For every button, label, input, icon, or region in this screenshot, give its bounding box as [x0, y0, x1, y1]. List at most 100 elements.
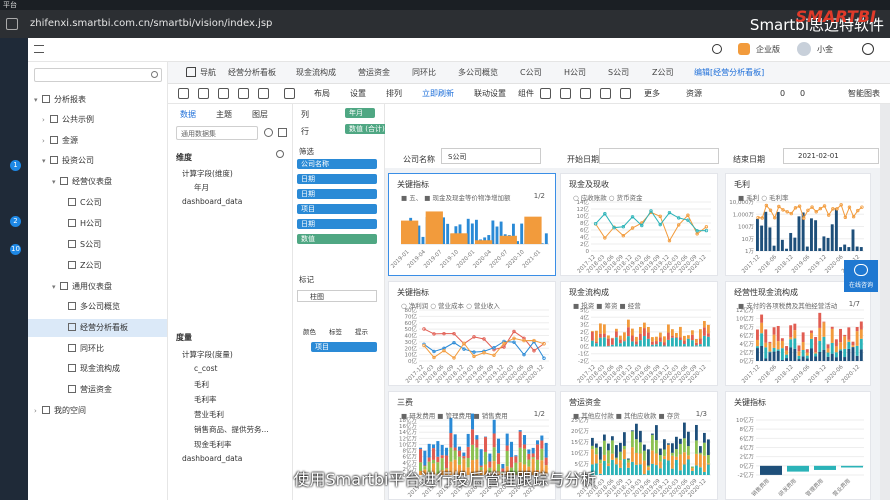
more-button[interactable]: 更多	[644, 87, 660, 101]
refresh-icon[interactable]	[264, 128, 273, 137]
company-select[interactable]: S公司	[441, 148, 541, 164]
star-icon[interactable]	[258, 88, 269, 99]
smart-chart-button[interactable]: 智能图表	[848, 87, 880, 101]
filter-pill[interactable]: 数值	[297, 234, 377, 244]
card-cash[interactable]: 现金及现收 ○ 应收账款 ○ 货币资金 14亿12亿10亿8亿6亿4亿2亿020…	[560, 173, 718, 276]
linkage-button[interactable]: 联动设置	[474, 87, 506, 101]
avatar[interactable]	[797, 42, 811, 56]
dims-folder[interactable]: 计算字段(维度)	[182, 168, 233, 179]
measures-folder[interactable]: 计算字段(度量)	[182, 349, 233, 360]
legend-pager[interactable]: 1/2	[534, 410, 545, 418]
start-date-input[interactable]	[599, 148, 719, 164]
theme-icon[interactable]	[284, 88, 295, 99]
column-pill[interactable]: 年月	[345, 108, 375, 118]
comment-count[interactable]: 0	[780, 87, 785, 101]
resource-button[interactable]: 资源	[686, 87, 702, 101]
legend-pager[interactable]: 1/2	[534, 192, 545, 200]
filter-pill[interactable]: 项目	[297, 204, 377, 214]
like-count[interactable]: 0	[800, 87, 805, 101]
measure-field[interactable]: c_cost	[194, 364, 217, 373]
tree-item-public[interactable]: ›公共示例	[42, 111, 94, 129]
filter-pill[interactable]: 公司名称	[297, 159, 377, 169]
tree-item-analysis[interactable]: 经营分析看板	[28, 319, 167, 337]
image-icon[interactable]	[620, 88, 631, 99]
tree-item-general[interactable]: ▾通用仪表盘	[52, 278, 112, 296]
tab-analysis[interactable]: 经营分析看板	[224, 62, 280, 84]
measure-field[interactable]: 现金毛利率	[194, 439, 232, 450]
color-button[interactable]: 颜色	[303, 326, 316, 336]
tab-capital[interactable]: 营运资金	[354, 62, 394, 84]
filter-pill[interactable]: 日期	[297, 189, 377, 199]
tab-nav[interactable]: 导航	[196, 62, 220, 84]
card-cashflow[interactable]: 现金流构成 ■ 投资 ■ 筹资 ■ 经营 5亿4亿3亿2亿1亿0亿-1亿-2亿2…	[560, 281, 718, 386]
tab-edit[interactable]: 编辑[经营分析看板]	[690, 62, 768, 84]
card-key-metrics[interactable]: 关键指标 ■ 五、 ■ 现金及现金等价物净增加额 1/2 2019-012019…	[388, 173, 556, 276]
preview-icon[interactable]	[238, 88, 249, 99]
tree-item-h[interactable]: H公司	[68, 215, 102, 233]
label-button[interactable]: 标签	[329, 326, 342, 336]
text-icon[interactable]	[600, 88, 611, 99]
address-bar[interactable]: zhifenxi.smartbi.com.cn/smartbi/vision/i…	[0, 10, 890, 38]
legend-pager[interactable]: 1/3	[696, 410, 707, 418]
table-icon[interactable]	[560, 88, 571, 99]
copy-icon[interactable]	[218, 88, 229, 99]
search-icon[interactable]	[151, 71, 158, 78]
user-name[interactable]: 小金	[817, 44, 833, 55]
tree-root[interactable]: ▾分析报表	[34, 91, 168, 109]
tab-c[interactable]: C公司	[516, 62, 546, 84]
tree-item-z[interactable]: Z公司	[68, 257, 101, 275]
legend-pager[interactable]: 1/7	[849, 300, 860, 308]
search-icon[interactable]	[276, 150, 284, 158]
measure-field[interactable]: 毛利	[194, 379, 209, 390]
card-op-cashflow[interactable]: 经营性现金流构成 ■ 支付的各项税费及其他经营活动 1/7 12亿万10亿万8亿…	[725, 281, 871, 386]
search-icon[interactable]	[712, 44, 722, 54]
rail-badge[interactable]: 2	[10, 216, 21, 227]
url-text[interactable]: zhifenxi.smartbi.com.cn/smartbi/vision/i…	[30, 18, 272, 29]
tree-item-ops[interactable]: ▾经营仪表盘	[52, 173, 112, 191]
vertical-scrollbar[interactable]	[880, 104, 890, 500]
rail-badge[interactable]: 10	[10, 244, 21, 255]
tree-item-cashflow[interactable]: 现金流构成	[68, 360, 120, 378]
tree-item-invest[interactable]: ▾投资公司	[42, 152, 94, 170]
tree-item-capital[interactable]: 营运资金	[68, 381, 112, 399]
tab-h[interactable]: H公司	[560, 62, 590, 84]
tree-item-c[interactable]: C公司	[68, 194, 102, 212]
measure-field[interactable]: 销售商品、提供劳务...	[194, 424, 269, 435]
layout-button[interactable]: 布局	[314, 87, 330, 101]
chart-type-select[interactable]: 柱图	[297, 290, 377, 302]
save-icon[interactable]	[198, 88, 209, 99]
rail-badge[interactable]: 1	[10, 160, 21, 171]
color-field-pill[interactable]: 项目	[311, 342, 377, 352]
tree-item-myspace[interactable]: ›我的空间	[34, 402, 86, 420]
expand-icon[interactable]	[278, 128, 287, 137]
enterprise-label[interactable]: 企业版	[756, 44, 780, 55]
online-consult-button[interactable]: 在线咨询	[844, 260, 878, 292]
menu-icon[interactable]	[34, 45, 44, 53]
component-button[interactable]: 组件	[518, 87, 534, 101]
tree-search-input[interactable]	[34, 68, 162, 82]
tab-overview[interactable]: 多公司概览	[454, 62, 502, 84]
dataset-select[interactable]: 通用数据集	[176, 126, 258, 140]
tree-item-yoy[interactable]: 同环比	[68, 340, 104, 358]
message-icon[interactable]	[862, 43, 874, 55]
tree-item-overview[interactable]: 多公司概览	[68, 298, 120, 316]
tab-cashflow[interactable]: 现金流构成	[292, 62, 340, 84]
arrange-button[interactable]: 排列	[386, 87, 402, 101]
tab-z[interactable]: Z公司	[648, 62, 677, 84]
tab-layer[interactable]: 图层	[252, 109, 268, 120]
tab-s[interactable]: S公司	[604, 62, 633, 84]
bar-chart-icon[interactable]	[540, 88, 551, 99]
measure-field[interactable]: 毛利率	[194, 394, 217, 405]
tab-yoy[interactable]: 同环比	[408, 62, 440, 84]
filter-pill[interactable]: 日期	[297, 174, 377, 184]
crosstab-icon[interactable]	[580, 88, 591, 99]
dims-table[interactable]: dashboard_data	[182, 197, 242, 206]
dim-field[interactable]: 年月	[194, 182, 209, 193]
measure-field[interactable]: 营业毛利	[194, 409, 224, 420]
tooltip-button[interactable]: 提示	[355, 326, 368, 336]
end-date-input[interactable]: 2021-02-01	[783, 148, 879, 164]
tab-data[interactable]: 数据	[180, 109, 196, 120]
filter-pill[interactable]: 日期	[297, 219, 377, 229]
refresh-button[interactable]: 立即刷新	[422, 87, 454, 101]
home-icon[interactable]	[186, 67, 196, 77]
